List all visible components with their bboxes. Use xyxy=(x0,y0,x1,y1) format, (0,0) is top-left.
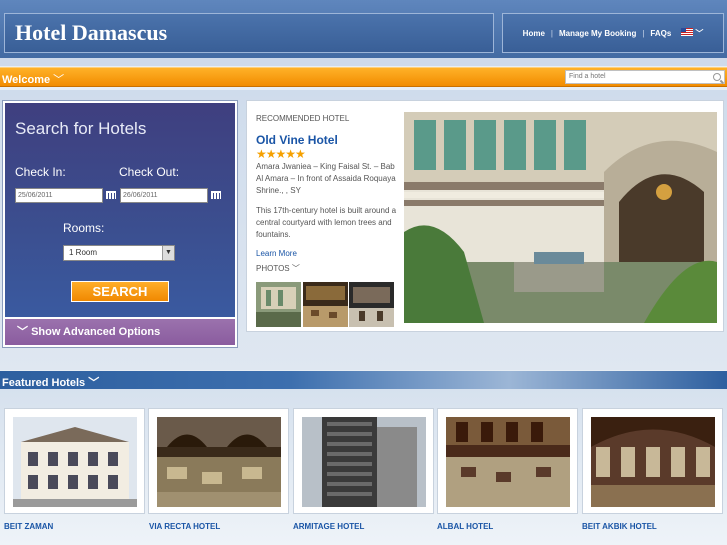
featured-hotels-toggle[interactable]: Featured Hotels ﹀ xyxy=(2,374,99,390)
nav-faqs-link[interactable]: FAQs xyxy=(650,29,671,38)
advanced-options-label: Show Advanced Options xyxy=(31,326,161,338)
chevron-down-icon: ﹀ xyxy=(88,377,100,389)
search-title: Search for Hotels xyxy=(15,119,147,138)
recommended-hotel-panel: RECOMMENDED HOTEL Old Vine Hotel ★★★★★ A… xyxy=(246,100,724,332)
advanced-options-toggle[interactable]: ﹀ Show Advanced Options xyxy=(5,319,235,345)
top-nav: Home | Manage My Booking | FAQs ﹀ xyxy=(502,13,724,53)
featured-label: Featured Hotels xyxy=(2,377,86,389)
chevron-down-icon: ﹀ xyxy=(291,264,300,273)
featured-hotel-name[interactable]: VIA RECTA HOTEL xyxy=(149,522,220,531)
search-form: Search for Hotels Check In: Check Out: 2… xyxy=(5,103,235,317)
welcome-toggle[interactable]: Welcome ﹀ xyxy=(2,71,64,87)
calendar-icon[interactable] xyxy=(106,191,116,199)
checkin-label: Check In: xyxy=(15,165,66,179)
nav-manage-booking-link[interactable]: Manage My Booking xyxy=(559,29,636,38)
checkout-date-field[interactable]: 26/06/2011 xyxy=(120,188,208,203)
hotel-photo xyxy=(157,417,281,507)
hotel-courtyard-photo xyxy=(404,112,717,323)
nav-separator: | xyxy=(642,28,645,38)
star-rating: ★★★★★ xyxy=(256,147,306,161)
hotel-search-input[interactable]: Find a hotel xyxy=(565,70,725,84)
chevron-down-icon: ﹀ xyxy=(695,28,704,38)
hotel-photo xyxy=(302,417,426,507)
learn-more-link[interactable]: Learn More xyxy=(256,249,297,258)
photo-thumbnail[interactable] xyxy=(303,282,348,327)
featured-hotel-card[interactable] xyxy=(4,408,145,514)
search-panel: Search for Hotels Check In: Check Out: 2… xyxy=(2,100,238,348)
welcome-bar: Welcome ﹀ Find a hotel xyxy=(0,67,727,87)
featured-hotel-card[interactable] xyxy=(437,408,578,514)
nav-home-link[interactable]: Home xyxy=(523,29,545,38)
hotel-photo xyxy=(13,417,137,507)
recommended-heading: RECOMMENDED HOTEL xyxy=(256,114,350,123)
rooms-label: Rooms: xyxy=(63,221,105,235)
rooms-value: 1 Room xyxy=(69,248,98,257)
hotel-photo xyxy=(446,417,570,507)
search-button[interactable]: SEARCH xyxy=(71,281,169,302)
site-header: Hotel Damascus Home | Manage My Booking … xyxy=(0,0,727,66)
photos-label: PHOTOS xyxy=(256,264,290,273)
hotel-photo xyxy=(591,417,715,507)
calendar-icon[interactable] xyxy=(211,191,221,199)
photo-thumbnail[interactable] xyxy=(256,282,301,327)
featured-hotel-name[interactable]: BEIT AKBIK HOTEL xyxy=(582,522,657,531)
chevron-down-icon: ﹀ xyxy=(17,326,28,338)
search-placeholder: Find a hotel xyxy=(569,73,606,80)
photo-thumbnail[interactable] xyxy=(349,282,394,327)
chevron-down-icon: ﹀ xyxy=(53,74,65,86)
featured-hotel-name[interactable]: ALBAL HOTEL xyxy=(437,522,493,531)
nav-separator: | xyxy=(550,28,553,38)
language-selector[interactable]: ﹀ xyxy=(677,27,704,39)
featured-hotel-name[interactable]: BEIT ZAMAN xyxy=(4,522,53,531)
us-flag-icon xyxy=(681,27,694,36)
featured-hotel-card[interactable] xyxy=(582,408,723,514)
hotel-address: Amara Jwaniea – King Faisal St. – Bab Al… xyxy=(256,162,396,195)
search-icon[interactable] xyxy=(713,73,721,81)
site-logo[interactable]: Hotel Damascus xyxy=(15,20,167,46)
welcome-label: Welcome xyxy=(2,74,51,86)
featured-hotel-card[interactable] xyxy=(148,408,289,514)
checkout-label: Check Out: xyxy=(119,165,180,179)
featured-hotel-card[interactable] xyxy=(293,408,434,514)
hotel-description: This 17th-century hotel is built around … xyxy=(256,206,397,239)
recommended-hotel-name[interactable]: Old Vine Hotel xyxy=(256,133,338,147)
featured-hotels-bar: Featured Hotels ﹀ xyxy=(0,371,727,389)
featured-hotel-name[interactable]: ARMITAGE HOTEL xyxy=(293,522,364,531)
rooms-select[interactable]: 1 Room ▼ xyxy=(63,245,175,261)
logo-box[interactable]: Hotel Damascus xyxy=(4,13,494,53)
photos-toggle[interactable]: PHOTOS ﹀ xyxy=(256,263,300,274)
dropdown-arrow-icon[interactable]: ▼ xyxy=(162,246,174,260)
checkin-date-field[interactable]: 25/06/2011 xyxy=(15,188,103,203)
